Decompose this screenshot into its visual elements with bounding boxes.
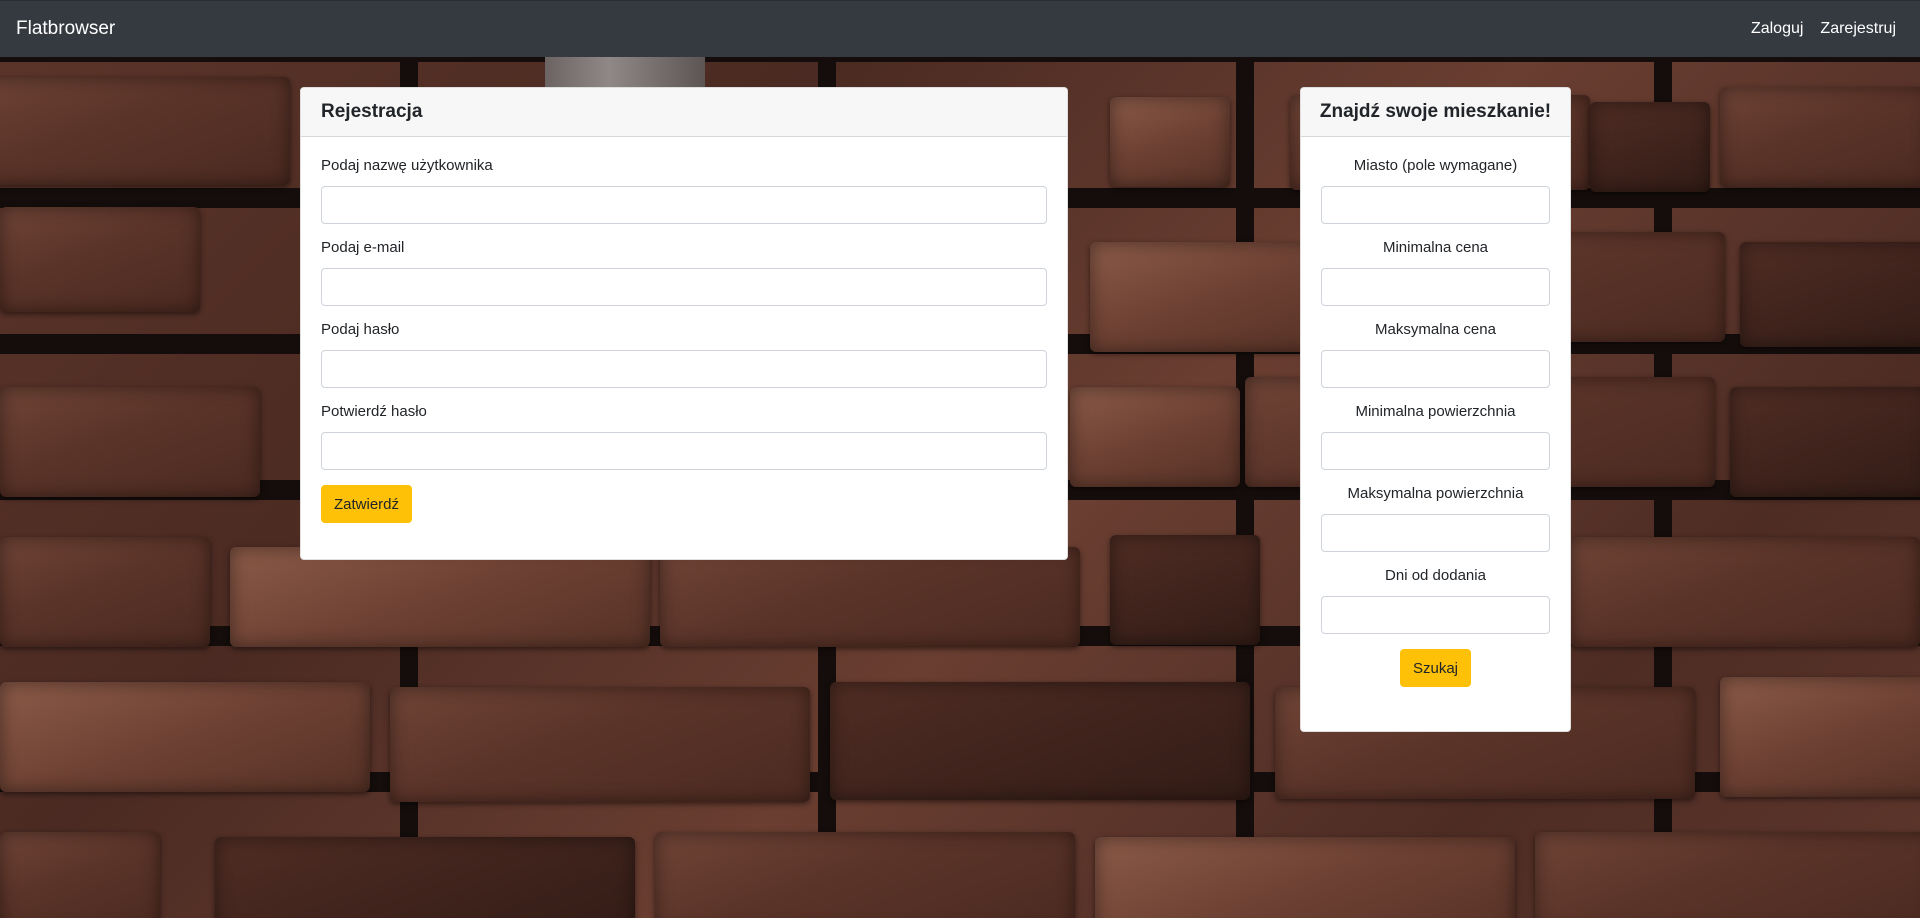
registration-form: Podaj nazwę użytkownika Podaj e-mail Pod… [301, 137, 1067, 523]
min-area-label: Minimalna powierzchnia [1355, 403, 1516, 420]
city-input[interactable] [1321, 186, 1550, 224]
confirm-password-group: Potwierdź hasło [321, 403, 1047, 470]
confirm-password-input[interactable] [321, 432, 1047, 470]
username-input[interactable] [321, 186, 1047, 224]
max-price-group: Maksymalna cena [1321, 321, 1550, 388]
password-label: Podaj hasło [321, 321, 400, 338]
days-since-added-group: Dni od dodania [1321, 567, 1550, 634]
confirm-password-label: Potwierdź hasło [321, 403, 427, 420]
email-input[interactable] [321, 268, 1047, 306]
top-navbar: Flatbrowser Zaloguj Zarejestruj [0, 0, 1920, 57]
days-since-added-label: Dni od dodania [1385, 567, 1486, 584]
max-price-input[interactable] [1321, 350, 1550, 388]
min-price-input[interactable] [1321, 268, 1550, 306]
city-label: Miasto (pole wymagane) [1353, 157, 1518, 174]
max-area-group: Maksymalna powierzchnia [1321, 485, 1550, 552]
search-form: Miasto (pole wymagane) Minimalna cena Ma… [1301, 137, 1570, 687]
min-area-group: Minimalna powierzchnia [1321, 403, 1550, 470]
register-submit-button[interactable]: Zatwierdź [321, 485, 413, 523]
nav-register-link[interactable]: Zarejestruj [1820, 20, 1896, 38]
days-since-added-input[interactable] [1321, 596, 1550, 634]
email-label: Podaj e-mail [321, 239, 405, 256]
max-price-label: Maksymalna cena [1375, 321, 1496, 338]
max-area-input[interactable] [1321, 514, 1550, 552]
search-title: Znajdź swoje mieszkanie! [1301, 88, 1570, 137]
pipe-decoration [545, 57, 705, 87]
password-group: Podaj hasło [321, 321, 1047, 388]
username-group: Podaj nazwę użytkownika [321, 157, 1047, 224]
min-price-group: Minimalna cena [1321, 239, 1550, 306]
password-input[interactable] [321, 350, 1047, 388]
email-group: Podaj e-mail [321, 239, 1047, 306]
registration-card: Rejestracja Podaj nazwę użytkownika Poda… [300, 87, 1068, 560]
brand-link[interactable]: Flatbrowser [16, 18, 115, 40]
min-price-label: Minimalna cena [1382, 239, 1489, 256]
search-button-wrap: Szukaj [1321, 649, 1550, 687]
search-card: Znajdź swoje mieszkanie! Miasto (pole wy… [1300, 87, 1571, 732]
nav-links: Zaloguj Zarejestruj [1751, 20, 1904, 38]
nav-login-link[interactable]: Zaloguj [1751, 20, 1803, 38]
max-area-label: Maksymalna powierzchnia [1347, 485, 1524, 502]
min-area-input[interactable] [1321, 432, 1550, 470]
username-label: Podaj nazwę użytkownika [321, 157, 493, 174]
registration-title: Rejestracja [301, 88, 1067, 137]
search-submit-button[interactable]: Szukaj [1399, 649, 1472, 687]
city-group: Miasto (pole wymagane) [1321, 157, 1550, 224]
